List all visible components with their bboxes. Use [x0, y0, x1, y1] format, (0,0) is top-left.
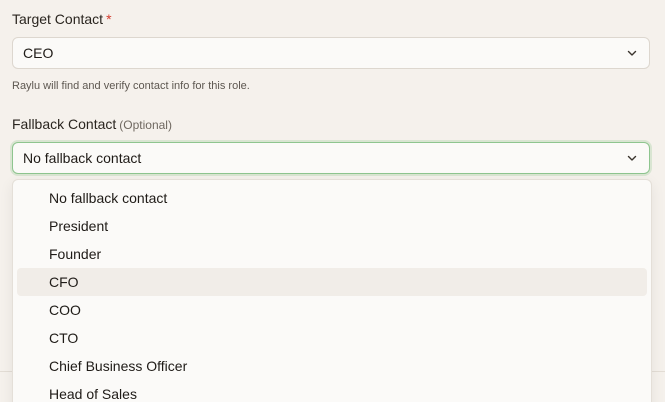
- option-coo[interactable]: COO: [17, 296, 647, 324]
- option-cto[interactable]: CTO: [17, 324, 647, 352]
- required-mark: *: [106, 11, 112, 27]
- option-cfo[interactable]: CFO: [17, 268, 647, 296]
- target-contact-value: CEO: [23, 45, 54, 61]
- target-contact-label: Target Contact *: [12, 11, 112, 27]
- chevron-down-icon: [625, 151, 639, 165]
- fallback-contact-label: Fallback Contact (Optional): [12, 116, 172, 132]
- option-chief-business-officer[interactable]: Chief Business Officer: [17, 352, 647, 380]
- option-founder[interactable]: Founder: [17, 240, 647, 268]
- fallback-contact-label-text: Fallback Contact: [12, 116, 117, 132]
- fallback-contact-value: No fallback contact: [23, 150, 142, 166]
- optional-note: (Optional): [119, 118, 172, 132]
- option-head-of-sales[interactable]: Head of Sales: [17, 380, 647, 402]
- fallback-contact-select[interactable]: No fallback contact: [12, 142, 650, 174]
- contact-form: Target Contact * CEO Raylu will find and …: [0, 0, 665, 402]
- chevron-down-icon: [625, 46, 639, 60]
- target-contact-select[interactable]: CEO: [12, 37, 650, 69]
- target-contact-label-text: Target Contact: [12, 11, 104, 27]
- option-president[interactable]: President: [17, 212, 647, 240]
- target-contact-helper: Raylu will find and verify contact info …: [12, 80, 250, 92]
- option-no-fallback-contact[interactable]: No fallback contact: [17, 184, 647, 212]
- fallback-contact-dropdown: No fallback contact President Founder CF…: [12, 179, 652, 402]
